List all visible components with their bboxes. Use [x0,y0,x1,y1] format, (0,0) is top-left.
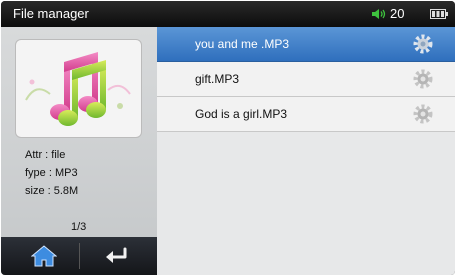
file-name: gift.MP3 [195,72,240,86]
album-thumbnail [16,40,141,137]
volume-level: 20 [390,6,405,21]
gear-icon[interactable] [412,103,434,125]
size-label: size : 5.8M [25,185,79,197]
status-bar: File manager 20 [1,1,455,27]
file-name: God is a girl.MP3 [195,107,288,121]
music-notes-icon [25,52,131,126]
app-title: File manager [13,6,89,21]
back-arrow-icon[interactable] [104,246,130,266]
speaker-icon [372,9,386,19]
toolbar-divider [79,243,80,269]
file-info-panel: Attr : file fype : MP3 size : 5.8M 1/3 [1,27,157,275]
file-name: you and me .MP3 [195,37,290,51]
battery-icon [430,9,448,19]
gear-icon[interactable] [412,33,434,55]
file-list: you and me .MP3 gift.MP3 God is a girl.M… [157,27,455,275]
home-icon[interactable] [31,245,57,267]
file-manager-screen: File manager 20 Attr: file fype: MP3 s… [1,1,455,275]
type-label: fype : MP3 [25,167,78,179]
attr-label: Attr : file [25,149,66,161]
gear-icon[interactable] [412,68,434,90]
file-row[interactable]: gift.MP3 [157,62,455,97]
file-row[interactable]: God is a girl.MP3 [157,97,455,132]
file-row[interactable]: you and me .MP3 [157,27,455,62]
bottom-toolbar [1,237,157,275]
page-indicator: 1/3 [71,221,87,233]
